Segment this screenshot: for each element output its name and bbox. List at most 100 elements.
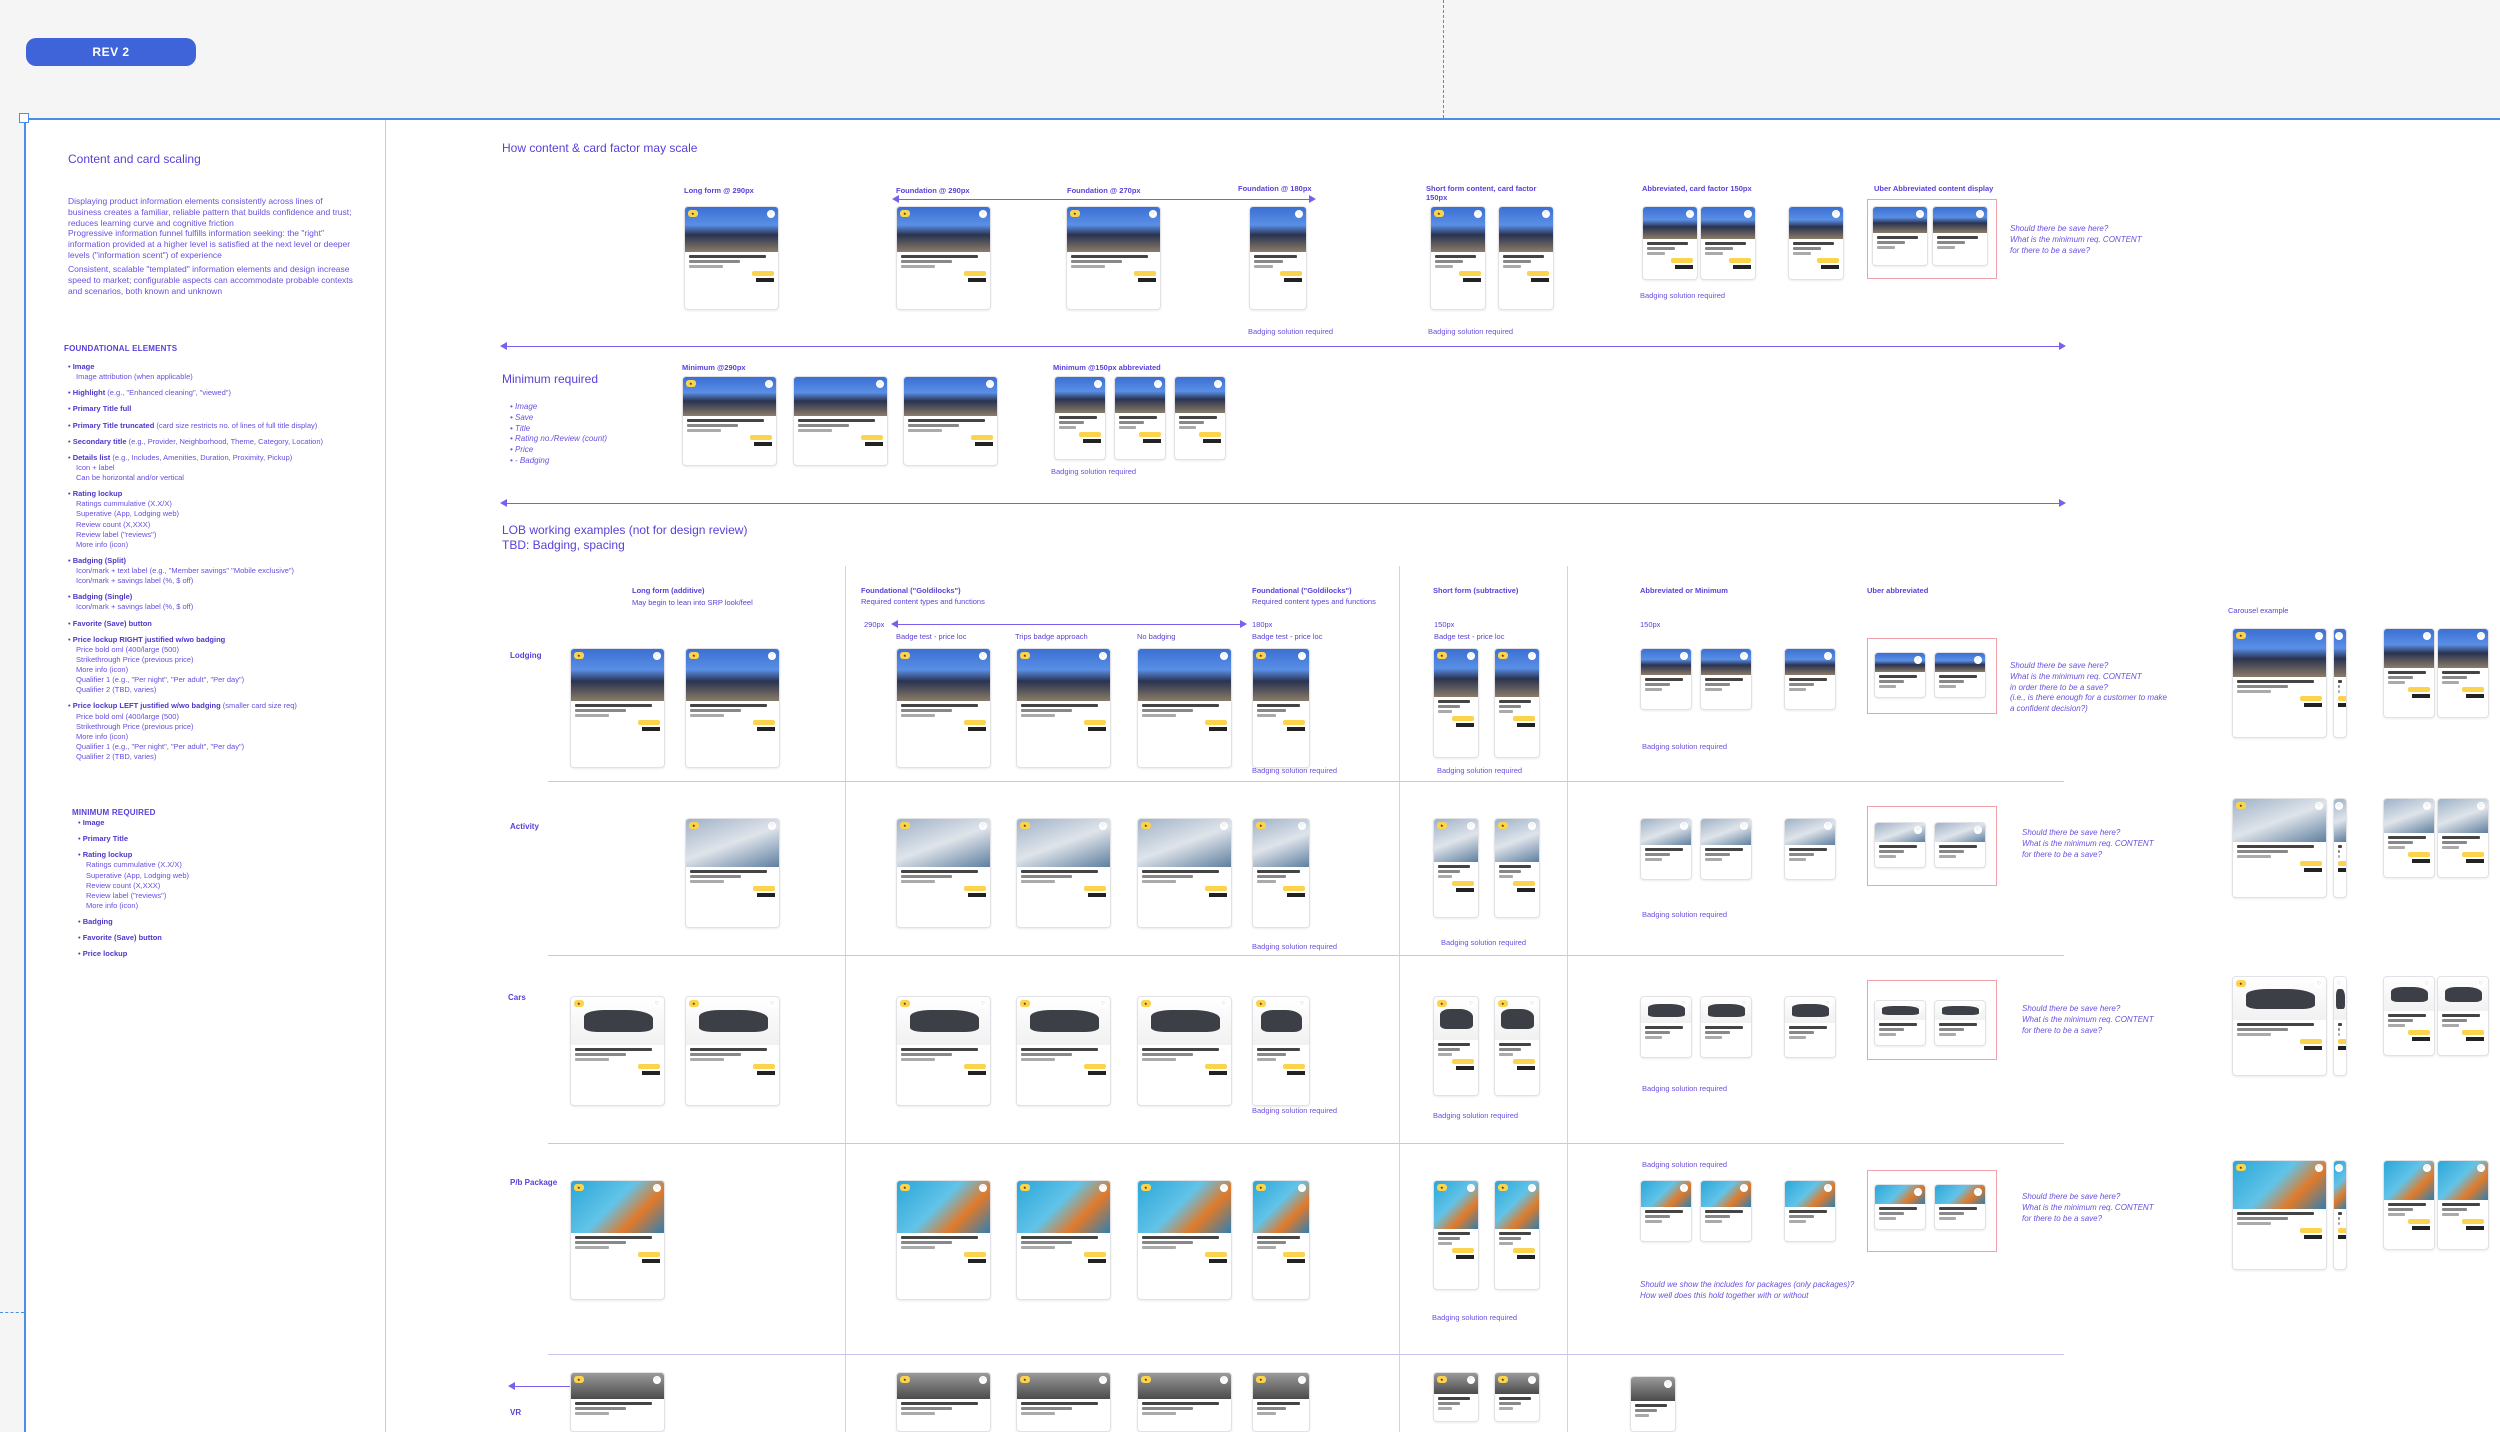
- hotel-card[interactable]: ♡: [2383, 628, 2435, 718]
- vr-card[interactable]: ★ ♡: [1433, 1372, 1479, 1422]
- pkg-card[interactable]: ★ ♡: [2232, 1160, 2327, 1270]
- heart-icon[interactable]: ♡: [1220, 652, 1228, 660]
- hotel-card[interactable]: ♡: [1642, 206, 1698, 280]
- car-card[interactable]: ♡: [2383, 976, 2435, 1056]
- heart-icon[interactable]: ♡: [979, 210, 987, 218]
- pkg-card[interactable]: ★ ♡: [1016, 1180, 1111, 1300]
- hotel-card[interactable]: ♡: [2437, 628, 2489, 718]
- heart-icon[interactable]: ♡: [2477, 802, 2485, 810]
- car-card[interactable]: ♡: [1640, 996, 1692, 1058]
- pkg-card[interactable]: ★ ♡: [1137, 1180, 1232, 1300]
- hotel-card[interactable]: ★ ♡: [1066, 206, 1161, 310]
- pkg-card[interactable]: ♡: [1874, 1184, 1926, 1230]
- vr-card[interactable]: ★ ♡: [1016, 1372, 1111, 1432]
- car-card[interactable]: ♡: [1874, 1000, 1926, 1046]
- heart-icon[interactable]: ♡: [2315, 980, 2323, 988]
- heart-icon[interactable]: ♡: [2335, 1164, 2343, 1172]
- pkg-card[interactable]: ♡: [2383, 1160, 2435, 1250]
- car-card[interactable]: ★ ♡: [2232, 976, 2327, 1076]
- heart-icon[interactable]: ♡: [1528, 1376, 1536, 1384]
- heart-icon[interactable]: ♡: [1099, 822, 1107, 830]
- heart-icon[interactable]: ♡: [1824, 822, 1832, 830]
- pkg-card[interactable]: ♡: [2437, 1160, 2489, 1250]
- hotel-card[interactable]: ♡: [1872, 206, 1928, 266]
- activity-card[interactable]: ♡: [1784, 818, 1836, 880]
- hotel-card[interactable]: ♡: [1137, 648, 1232, 768]
- heart-icon[interactable]: ♡: [1220, 822, 1228, 830]
- car-card[interactable]: ★ ♡: [570, 996, 665, 1106]
- hotel-card[interactable]: ★ ♡: [570, 648, 665, 768]
- heart-icon[interactable]: ♡: [1974, 1188, 1982, 1196]
- heart-icon[interactable]: ♡: [1974, 1004, 1982, 1012]
- hotel-card[interactable]: ★ ♡: [1433, 648, 1479, 758]
- heart-icon[interactable]: ♡: [979, 1000, 987, 1008]
- car-card[interactable]: ★ ♡: [685, 996, 780, 1106]
- heart-icon[interactable]: ♡: [1099, 1184, 1107, 1192]
- heart-icon[interactable]: ♡: [979, 822, 987, 830]
- hotel-card[interactable]: ♡: [1114, 376, 1166, 460]
- vr-card[interactable]: ♡: [1630, 1376, 1676, 1432]
- hotel-card[interactable]: ♡: [903, 376, 998, 466]
- heart-icon[interactable]: ♡: [986, 380, 994, 388]
- hotel-card[interactable]: ♡: [793, 376, 888, 466]
- heart-icon[interactable]: ♡: [2423, 802, 2431, 810]
- activity-card[interactable]: ★ ♡: [2232, 798, 2327, 898]
- heart-icon[interactable]: ♡: [1154, 380, 1162, 388]
- pkg-card[interactable]: ♡: [1700, 1180, 1752, 1242]
- heart-icon[interactable]: ♡: [1528, 1184, 1536, 1192]
- heart-icon[interactable]: ♡: [1298, 1000, 1306, 1008]
- hotel-card[interactable]: ♡: [1174, 376, 1226, 460]
- heart-icon[interactable]: ♡: [2477, 632, 2485, 640]
- heart-icon[interactable]: ♡: [1976, 210, 1984, 218]
- hotel-card[interactable]: ★ ♡: [1430, 206, 1486, 310]
- heart-icon[interactable]: ♡: [1542, 210, 1550, 218]
- heart-icon[interactable]: ♡: [1099, 1376, 1107, 1384]
- vr-card[interactable]: ★ ♡: [1137, 1372, 1232, 1432]
- heart-icon[interactable]: ♡: [1680, 1000, 1688, 1008]
- car-card[interactable]: ♡: [2437, 976, 2489, 1056]
- heart-icon[interactable]: ♡: [1149, 210, 1157, 218]
- heart-icon[interactable]: ♡: [1680, 822, 1688, 830]
- pkg-card[interactable]: ♡: [2333, 1160, 2347, 1270]
- heart-icon[interactable]: ♡: [1824, 652, 1832, 660]
- heart-icon[interactable]: ♡: [1740, 1184, 1748, 1192]
- heart-icon[interactable]: ♡: [1740, 822, 1748, 830]
- heart-icon[interactable]: ♡: [979, 1184, 987, 1192]
- heart-icon[interactable]: ♡: [2335, 632, 2343, 640]
- heart-icon[interactable]: ♡: [767, 210, 775, 218]
- heart-icon[interactable]: ♡: [1467, 822, 1475, 830]
- heart-icon[interactable]: ♡: [2315, 1164, 2323, 1172]
- vr-card[interactable]: ★ ♡: [1494, 1372, 1540, 1422]
- car-card[interactable]: ♡: [1934, 1000, 1986, 1046]
- heart-icon[interactable]: ♡: [1220, 1376, 1228, 1384]
- heart-icon[interactable]: ♡: [1664, 1380, 1672, 1388]
- heart-icon[interactable]: ♡: [1094, 380, 1102, 388]
- hotel-card[interactable]: ♡: [1640, 648, 1692, 710]
- pkg-card[interactable]: ★ ♡: [570, 1180, 665, 1300]
- heart-icon[interactable]: ♡: [1528, 822, 1536, 830]
- hotel-card[interactable]: ★ ♡: [896, 206, 991, 310]
- pkg-card[interactable]: ★ ♡: [1252, 1180, 1310, 1300]
- activity-card[interactable]: ★ ♡: [896, 818, 991, 928]
- heart-icon[interactable]: ♡: [1914, 1188, 1922, 1196]
- heart-icon[interactable]: ♡: [1099, 652, 1107, 660]
- car-card[interactable]: ★ ♡: [1433, 996, 1479, 1096]
- hotel-card[interactable]: ♡: [2333, 628, 2347, 738]
- heart-icon[interactable]: ♡: [653, 1184, 661, 1192]
- hotel-card[interactable]: ★ ♡: [684, 206, 779, 310]
- rev-button[interactable]: REV 2: [26, 38, 196, 66]
- car-card[interactable]: ★ ♡: [896, 996, 991, 1106]
- heart-icon[interactable]: ♡: [1467, 652, 1475, 660]
- activity-card[interactable]: ★ ♡: [1252, 818, 1310, 928]
- hotel-card[interactable]: ♡: [1249, 206, 1307, 310]
- heart-icon[interactable]: ♡: [1298, 652, 1306, 660]
- pkg-card[interactable]: ♡: [1784, 1180, 1836, 1242]
- car-card[interactable]: ★ ♡: [1137, 996, 1232, 1106]
- heart-icon[interactable]: ♡: [2423, 980, 2431, 988]
- pkg-card[interactable]: ★ ♡: [1433, 1180, 1479, 1290]
- car-card[interactable]: ★ ♡: [1494, 996, 1540, 1096]
- heart-icon[interactable]: ♡: [2315, 802, 2323, 810]
- activity-card[interactable]: ♡: [1874, 822, 1926, 868]
- pkg-card[interactable]: ★ ♡: [896, 1180, 991, 1300]
- hotel-card[interactable]: ★ ♡: [1252, 648, 1310, 768]
